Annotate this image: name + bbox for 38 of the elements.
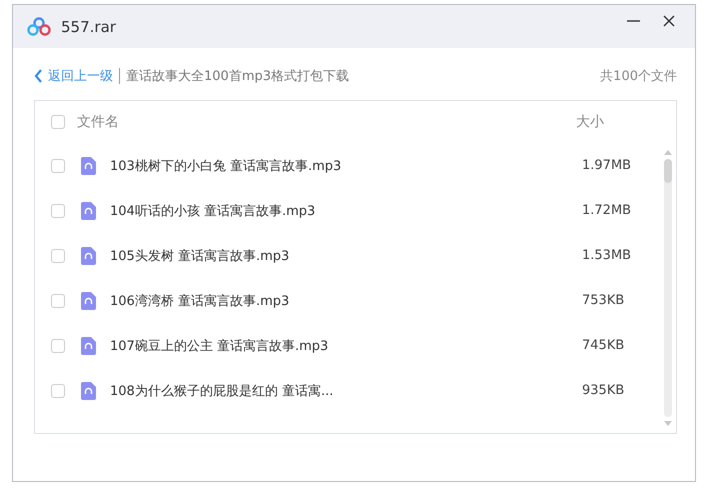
file-size: 1.97MB <box>582 158 632 173</box>
chevron-left-icon <box>34 69 43 83</box>
folder-path: 童话故事大全100首mp3格式打包下载 <box>126 68 349 85</box>
row-checkbox[interactable] <box>51 294 65 308</box>
minimize-icon <box>626 20 640 22</box>
audio-file-icon <box>81 336 96 354</box>
audio-file-icon <box>81 202 96 220</box>
audio-file-icon <box>81 382 96 400</box>
scroll-up-arrow-icon[interactable] <box>664 149 672 155</box>
file-name[interactable]: 103桃树下的小白兔 童话寓言故事.mp3 <box>110 156 582 174</box>
file-size: 1.53MB <box>582 248 632 263</box>
scroll-down-arrow-icon[interactable] <box>664 421 672 427</box>
select-all-checkbox[interactable] <box>51 115 65 129</box>
audio-file-icon <box>81 156 96 174</box>
row-checkbox[interactable] <box>51 338 65 352</box>
row-checkbox[interactable] <box>51 204 65 218</box>
audio-file-icon <box>81 292 96 310</box>
close-icon <box>661 13 677 29</box>
row-checkbox[interactable] <box>51 384 65 398</box>
file-name[interactable]: 108为什么猴子的屁股是红的 童话寓... <box>110 382 582 400</box>
file-name[interactable]: 105头发树 童话寓言故事.mp3 <box>110 246 582 264</box>
file-size: 1.72MB <box>582 203 632 218</box>
file-name[interactable]: 107碗豆上的公主 童话寓言故事.mp3 <box>110 336 582 354</box>
scrollbar-thumb[interactable] <box>664 159 672 183</box>
cloud-logo-icon <box>27 17 51 37</box>
row-checkbox[interactable] <box>51 248 65 262</box>
file-size: 745KB <box>582 338 626 353</box>
column-header: 文件名 <box>77 113 120 131</box>
file-size: 935KB <box>582 383 626 398</box>
file-name[interactable]: 104听话的小孩 童话寓言故事.mp3 <box>110 202 582 220</box>
scrollbar-track[interactable] <box>664 159 672 417</box>
row-checkbox[interactable] <box>51 158 65 172</box>
file-name[interactable]: 106湾湾桥 童话寓言故事.mp3 <box>110 292 582 310</box>
audio-file-icon <box>81 246 96 264</box>
file-size: 753KB <box>582 293 626 308</box>
file-count: 共100个文件 <box>600 68 677 85</box>
window-title: 557.rar <box>61 18 116 36</box>
column-header: 大小 <box>576 113 605 131</box>
